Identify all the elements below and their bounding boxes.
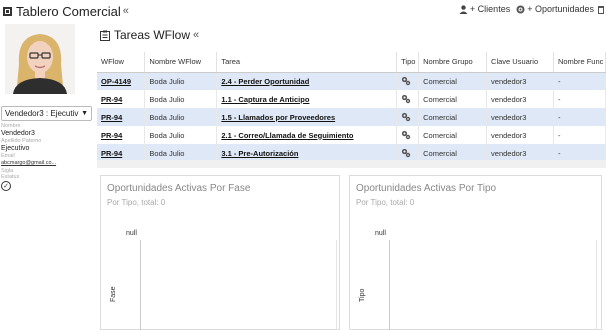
profile-lastname-value: Ejecutivo bbox=[1, 145, 30, 152]
user-icon bbox=[459, 4, 470, 14]
table-row[interactable]: PR-94 Boda Julio 1.5 - Llamados por Prov… bbox=[97, 108, 606, 126]
group-cell: Comercial bbox=[418, 108, 488, 126]
table-header-row: WFlow Nombre WFlow Tarea Tipo Nombre Gru… bbox=[97, 52, 606, 73]
section-divider bbox=[97, 160, 606, 168]
wflow-name-cell: Boda Julio bbox=[144, 126, 218, 144]
column-header-tarea[interactable]: Tarea bbox=[216, 52, 398, 73]
top-bar: Tablero Comercial « + Clientes + Oportun… bbox=[0, 0, 606, 22]
wflow-link[interactable]: OP-4149 bbox=[97, 72, 146, 90]
column-header-nombre-func[interactable]: Nombre Func bbox=[553, 52, 606, 73]
collapse-header-button[interactable]: « bbox=[123, 5, 129, 17]
avatar bbox=[5, 24, 75, 94]
wflow-link[interactable]: PR-94 bbox=[97, 108, 146, 126]
gears-icon[interactable] bbox=[401, 94, 411, 104]
user-key-cell: vendedor3 bbox=[486, 90, 554, 108]
column-header-tipo[interactable]: Tipo bbox=[396, 52, 420, 73]
null-tick-label: null bbox=[126, 230, 137, 237]
gears-icon[interactable] bbox=[401, 76, 411, 86]
add-opportunity-label: + Oportunidades bbox=[527, 4, 594, 14]
type-cell bbox=[396, 126, 420, 144]
wflow-name-cell: Boda Julio bbox=[144, 72, 218, 90]
panel-subtitle: Por Tipo, total: 0 bbox=[107, 198, 166, 207]
wflow-name-cell: Boda Julio bbox=[144, 90, 218, 108]
task-link[interactable]: 1.1 - Captura de Anticipo bbox=[216, 90, 398, 108]
opportunities-by-type-panel: Oportunidades Activas Por Tipo Por Tipo,… bbox=[349, 175, 602, 330]
task-link[interactable]: 2.1 - Correo/Llamada de Seguimiento bbox=[216, 126, 398, 144]
gears-icon[interactable] bbox=[401, 112, 411, 122]
tasks-header: Tareas WFlow « bbox=[100, 28, 199, 42]
globe-icon bbox=[516, 5, 527, 14]
grid-line bbox=[336, 240, 337, 330]
group-cell: Comercial bbox=[418, 90, 488, 108]
status-check-icon: ✓ bbox=[1, 181, 11, 191]
column-header-clave-usuario[interactable]: Clave Usuario bbox=[486, 52, 554, 73]
y-axis-line bbox=[389, 240, 390, 330]
clipboard-icon bbox=[100, 30, 110, 41]
func-name-cell: - bbox=[553, 126, 606, 144]
func-name-cell: - bbox=[553, 90, 606, 108]
type-cell bbox=[396, 90, 420, 108]
gears-icon[interactable] bbox=[401, 148, 411, 158]
column-header-wflow[interactable]: WFlow bbox=[97, 52, 146, 73]
column-header-nombre-grupo[interactable]: Nombre Grupo bbox=[418, 52, 488, 73]
group-cell: Comercial bbox=[418, 126, 488, 144]
panel-title: Oportunidades Activas Por Tipo bbox=[356, 183, 497, 194]
role-select-value: Vendedor3 : Ejecutiv bbox=[5, 109, 79, 118]
profile-name-value: Vendedor3 bbox=[1, 130, 35, 137]
user-key-cell: vendedor3 bbox=[486, 108, 554, 126]
calendar-icon[interactable] bbox=[598, 5, 606, 14]
func-name-cell: - bbox=[553, 108, 606, 126]
null-tick-label: null bbox=[375, 230, 386, 237]
panel-subtitle: Por Tipo, total: 0 bbox=[356, 198, 415, 207]
table-row[interactable]: PR-94 Boda Julio 2.1 - Correo/Llamada de… bbox=[97, 126, 606, 144]
task-link[interactable]: 2.4 - Perder Oportunidad bbox=[216, 72, 398, 90]
wflow-link[interactable]: PR-94 bbox=[97, 90, 146, 108]
role-select[interactable]: Vendedor3 : Ejecutiv ▼ bbox=[1, 106, 92, 121]
tasks-title: Tareas WFlow bbox=[114, 28, 191, 42]
type-cell bbox=[396, 108, 420, 126]
profile-details: Nombre Vendedor3 Apellido Paterno Ejecut… bbox=[1, 123, 93, 191]
add-opportunity-button[interactable]: + Oportunidades bbox=[516, 4, 594, 14]
wflow-name-cell: Boda Julio bbox=[144, 108, 218, 126]
profile-status-label: Estatus bbox=[1, 174, 20, 180]
user-key-cell: vendedor3 bbox=[486, 126, 554, 144]
y-axis-label: Tipo bbox=[359, 288, 366, 302]
table-row[interactable]: OP-4149 Boda Julio 2.4 - Perder Oportuni… bbox=[97, 72, 606, 90]
func-name-cell: - bbox=[553, 72, 606, 90]
task-link[interactable]: 1.5 - Llamados por Proveedores bbox=[216, 108, 398, 126]
profile-sidebar: Vendedor3 : Ejecutiv ▼ Nombre Vendedor3 … bbox=[0, 22, 95, 330]
add-client-label: + Clientes bbox=[469, 4, 511, 14]
tasks-table: WFlow Nombre WFlow Tarea Tipo Nombre Gru… bbox=[97, 52, 606, 162]
profile-email-link[interactable]: abcmargo@gmail.co... bbox=[1, 159, 93, 168]
wflow-link[interactable]: PR-94 bbox=[97, 126, 146, 144]
dashboard-icon bbox=[3, 6, 12, 16]
y-axis-line bbox=[140, 240, 141, 330]
gears-icon[interactable] bbox=[401, 130, 411, 140]
collapse-tasks-button[interactable]: « bbox=[193, 29, 199, 41]
add-client-button[interactable]: + Clientes bbox=[459, 4, 510, 14]
page-title: Tablero Comercial bbox=[16, 3, 121, 19]
user-key-cell: vendedor3 bbox=[486, 72, 554, 90]
group-cell: Comercial bbox=[418, 72, 488, 90]
column-header-nombre-wflow[interactable]: Nombre WFlow bbox=[144, 52, 218, 73]
type-cell bbox=[396, 72, 420, 90]
y-axis-label: Fase bbox=[110, 286, 117, 302]
table-row[interactable]: PR-94 Boda Julio 1.1 - Captura de Antici… bbox=[97, 90, 606, 108]
grid-line bbox=[596, 240, 597, 330]
opportunities-by-phase-panel: Oportunidades Activas Por Fase Por Tipo,… bbox=[100, 175, 340, 330]
panel-title: Oportunidades Activas Por Fase bbox=[107, 183, 251, 194]
main-content: Tareas WFlow « WFlow Nombre WFlow Tarea … bbox=[97, 22, 606, 330]
chevron-down-icon: ▼ bbox=[81, 110, 88, 117]
